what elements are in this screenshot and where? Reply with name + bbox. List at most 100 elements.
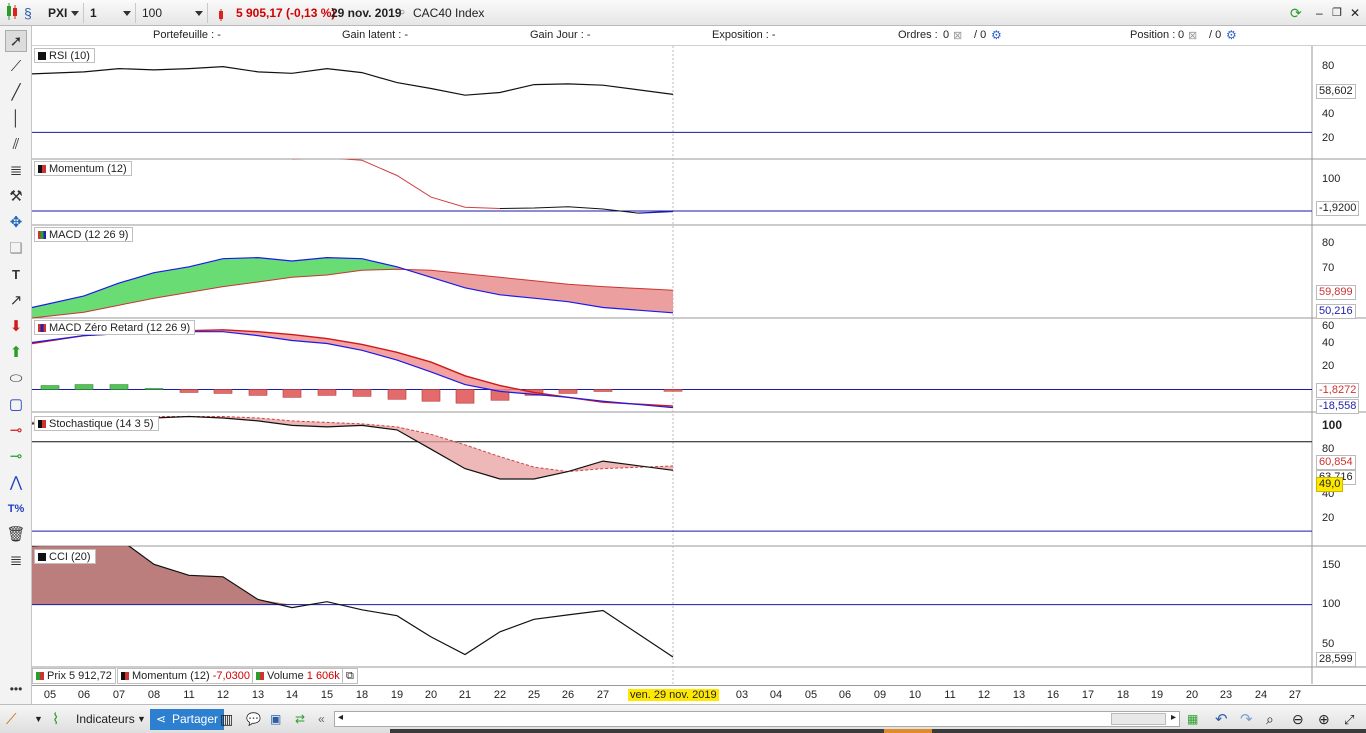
symbol-link-icon[interactable]: § [24, 3, 32, 23]
zigzag-icon[interactable]: ⋀ [5, 472, 27, 494]
legend-prix-text: Prix 5 912,72 [47, 670, 112, 682]
comment-icon[interactable]: 💬 [246, 709, 261, 730]
ordres-total: / 0 [974, 29, 987, 41]
date-tick-label: 21 [458, 689, 472, 701]
sell-arrow-icon[interactable]: ⬇ [5, 316, 27, 338]
legend-volume[interactable]: Volume 1 606k [252, 668, 344, 684]
copy-icon[interactable]: ❏ [5, 238, 27, 260]
fullscreen-icon[interactable]: ⤢ [1344, 709, 1354, 730]
chart-style-icon[interactable]: ⟋ [6, 709, 17, 730]
zoom-fit-icon[interactable]: ⌕ [1266, 709, 1274, 730]
momentum-label-text: Momentum (12) [49, 163, 127, 175]
units-select[interactable]: 100 unités [142, 3, 208, 40]
legend-prix[interactable]: Prix 5 912,72 [32, 668, 116, 684]
cancel-orders-icon[interactable]: ⊠ [953, 29, 962, 42]
trash-icon[interactable]: 🗑 [5, 524, 27, 546]
status-strip [390, 729, 1366, 733]
date-tick-label: 23 [1219, 689, 1233, 701]
date-tick-label: 16 [1046, 689, 1060, 701]
pointer-icon[interactable]: ➚ [5, 30, 27, 52]
arrow-icon[interactable]: ↗ [5, 290, 27, 312]
calendar-icon[interactable]: ▦ [1187, 709, 1198, 730]
macd-zero-hist-value: -1,8272 [1316, 383, 1360, 398]
macd-zero-histogram-bar [663, 389, 683, 392]
share-button[interactable]: ⋖ Partager [150, 709, 225, 730]
date-tick-label: 05 [804, 689, 818, 701]
date-axis[interactable]: 05 06 07 08 11 12 13 14 15 18 19 20 21 22 25 26 27 ven. 2… [32, 685, 1366, 704]
stop-line-icon[interactable]: ⊸ [5, 420, 27, 442]
legend-volume-text: Volume [267, 670, 304, 682]
macd-signal-value: 59,899 [1316, 285, 1356, 300]
tools-icon[interactable]: ⚒ [5, 186, 27, 208]
line-icon[interactable]: ╱ [5, 82, 27, 104]
cci-panel-label[interactable]: CCI (20) [34, 549, 96, 564]
time-scrollbar[interactable]: ◂ ▸ [334, 711, 1180, 727]
sync-icon[interactable]: ⟳ [1290, 3, 1302, 23]
zoom-out-icon[interactable]: ⊖ [1292, 709, 1304, 730]
rsi-label-text: RSI (10) [49, 50, 90, 62]
scroll-first-icon[interactable]: « [318, 709, 325, 730]
close-icon[interactable]: ✕ [1350, 3, 1360, 23]
orders-settings-icon[interactable]: ⚙ [991, 28, 1002, 42]
macd-zero-tick: 40 [1322, 337, 1335, 349]
detach-legend-icon[interactable]: ⧉ [342, 668, 358, 684]
share-icon: ⋖ [156, 712, 167, 726]
date-tick-label: 09 [873, 689, 887, 701]
rectangle-icon[interactable]: ▢ [5, 394, 27, 416]
indicators-icon[interactable]: ⌇ [52, 709, 59, 730]
macd-zero-histogram-bar [213, 389, 233, 394]
gain-jour-info: Gain Jour : - [530, 29, 591, 41]
stochastic-panel-label[interactable]: Stochastique (14 3 5) [34, 416, 159, 431]
radio-icon[interactable]: ○ [399, 3, 405, 23]
macd-zero-histogram-bar [558, 389, 578, 394]
macd-label-text: MACD (12 26 9) [49, 229, 129, 241]
cancel-position-icon[interactable]: ⊠ [1188, 29, 1197, 42]
macd-zero-histogram-bar [74, 384, 94, 390]
more-tools-icon[interactable]: ••• [5, 678, 27, 700]
compare-icon[interactable]: ⇄ [295, 709, 305, 730]
macd-panel-label[interactable]: MACD (12 26 9) [34, 227, 134, 242]
rsi-panel-label[interactable]: RSI (10) [34, 48, 95, 63]
vertical-line-icon[interactable]: │ [5, 108, 27, 130]
ellipse-icon[interactable]: ⬭ [5, 368, 27, 390]
percent-icon[interactable]: T% [5, 498, 27, 520]
scroll-left-icon[interactable]: ◂ [338, 712, 343, 723]
undo-icon[interactable]: ↶ [1215, 709, 1228, 730]
move-icon[interactable]: ✥ [5, 212, 27, 234]
macd-line-value: 50,216 [1316, 304, 1356, 319]
scrollbar-thumb[interactable] [1111, 713, 1166, 725]
chart-style-dropdown-icon[interactable]: ▼ [34, 709, 43, 730]
minimize-icon[interactable]: – [1316, 3, 1323, 23]
segment-icon[interactable]: ⟋ [5, 56, 27, 78]
period-select[interactable]: 1 jour [90, 3, 136, 40]
indicator-chart-area[interactable] [32, 46, 1366, 684]
macd-zero-histogram-bar [317, 389, 337, 396]
momentum-panel-label[interactable]: Momentum (12) [34, 161, 132, 176]
target-line-icon[interactable]: ⊸ [5, 446, 27, 468]
restore-icon[interactable]: ❐ [1332, 3, 1342, 23]
candlestick-icon[interactable] [4, 3, 20, 23]
macd-zero-panel-label[interactable]: MACD Zéro Retard (12 26 9) [34, 320, 196, 335]
position-settings-icon[interactable]: ⚙ [1226, 28, 1237, 42]
text-icon[interactable]: T [5, 264, 27, 286]
indicators-button[interactable]: Indicateurs [76, 709, 135, 730]
buy-arrow-icon[interactable]: ⬆ [5, 342, 27, 364]
scroll-right-icon[interactable]: ▸ [1171, 712, 1176, 723]
ordres-value: 0 [943, 29, 950, 41]
legend-momentum[interactable]: Momentum (12) -7,0300 [117, 668, 255, 684]
indicators-dropdown-icon[interactable]: ▼ [137, 709, 146, 730]
fibonacci-icon[interactable]: ≣ [5, 160, 27, 182]
symbol-select[interactable]: PXI [48, 3, 84, 23]
macd-zero-band-fill [32, 329, 673, 408]
channel-icon[interactable]: ⫽ [5, 134, 27, 156]
portfolio-info-bar: Portefeuille : - Gain latent : - Gain Jo… [32, 26, 1366, 46]
zoom-in-icon[interactable]: ⊕ [1318, 709, 1330, 730]
legend-volume-value: 1 606k [306, 670, 340, 682]
cci-tick: 100 [1322, 598, 1341, 610]
fib-extension-icon[interactable]: ≣ [5, 550, 27, 572]
screenshot-icon[interactable]: ▣ [270, 709, 281, 730]
layout-icon[interactable]: ▥ [220, 709, 233, 730]
macd-zero-histogram-bar [144, 388, 164, 390]
redo-icon[interactable]: ↷ [1240, 709, 1253, 730]
date-tick-label: 11 [944, 689, 956, 701]
